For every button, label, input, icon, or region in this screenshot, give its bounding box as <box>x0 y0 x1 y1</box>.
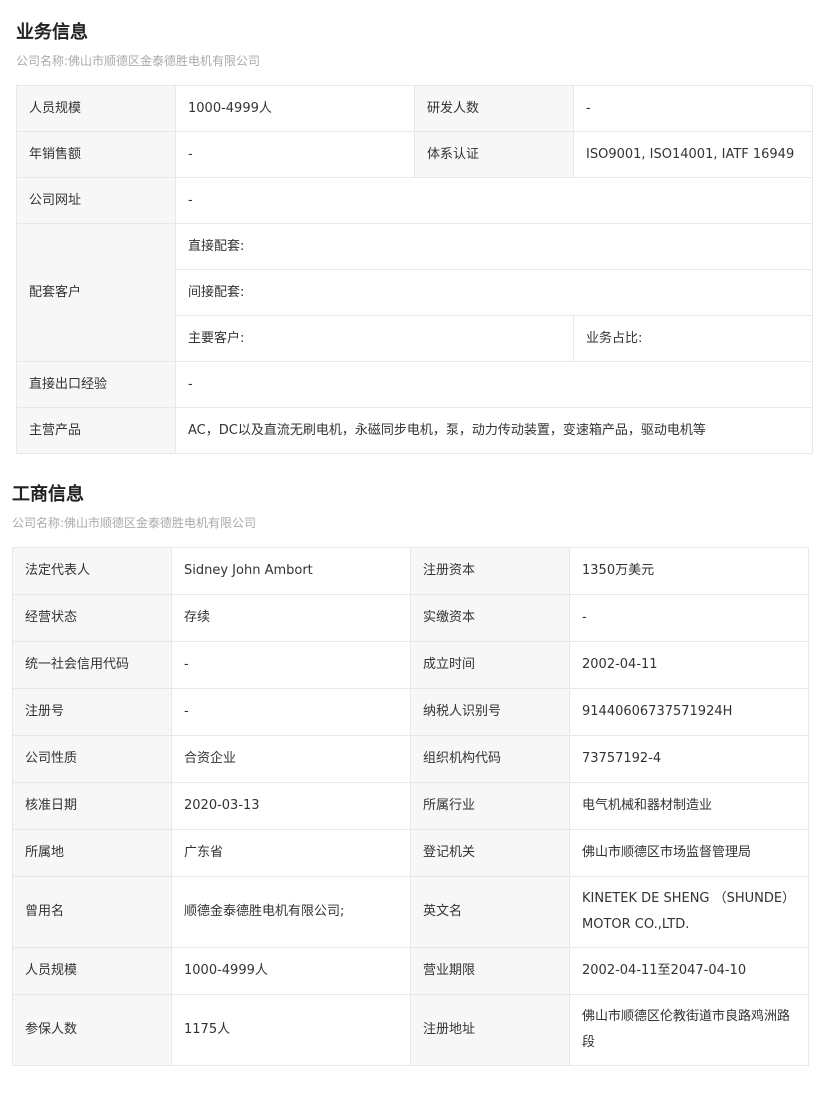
table-row: 曾用名 顺德金泰德胜电机有限公司; 英文名 KINETEK DE SHENG （SHU… <box>12 876 809 948</box>
website-value: - <box>175 177 813 224</box>
field-value: KINETEK DE SHENG （SHUNDE） MOTOR CO.,LTD. <box>569 876 809 948</box>
staff-label: 人员规模 <box>16 85 176 132</box>
field-value: - <box>171 688 411 736</box>
registration-section-title: 工商信息 <box>12 484 84 505</box>
business-info-table: 人员规模 1000-4999人 研发人数 - 年销售额 - 体系认证 ISO90… <box>16 85 813 454</box>
field-value: 佛山市顺德区伦教街道市良路鸡洲路段 <box>569 994 809 1066</box>
registration-company-name: 公司名称:佛山市顺德区金泰德胜电机有限公司 <box>12 516 257 530</box>
table-row: 人员规模 1000-4999人 营业期限 2002-04-11至2047-04-10 <box>12 947 809 995</box>
field-label: 注册号 <box>12 688 172 736</box>
field-label: 注册资本 <box>410 547 570 595</box>
field-value: 电气机械和器材制造业 <box>569 782 809 830</box>
field-label: 注册地址 <box>410 994 570 1066</box>
field-value: 佛山市顺德区市场监督管理局 <box>569 829 809 877</box>
field-value: 1175人 <box>171 994 411 1066</box>
field-label: 登记机关 <box>410 829 570 877</box>
table-row: 经营状态 存续 实缴资本 - <box>12 594 809 642</box>
sales-label: 年销售额 <box>16 131 176 178</box>
cert-value: ISO9001, ISO14001, IATF 16949 <box>573 131 813 178</box>
registration-info-table: 法定代表人 Sidney John Ambort 注册资本 1350万美元 经营状态 存续… <box>12 547 809 1066</box>
table-row: 法定代表人 Sidney John Ambort 注册资本 1350万美元 <box>12 547 809 595</box>
field-value: 合资企业 <box>171 735 411 783</box>
field-label: 组织机构代码 <box>410 735 570 783</box>
table-row: 注册号 - 纳税人识别号 91440606737571924H <box>12 688 809 736</box>
table-row: 核准日期 2020-03-13 所属行业 电气机械和器材制造业 <box>12 782 809 830</box>
direct-customers-label: 直接配套: <box>175 223 813 270</box>
field-value: 广东省 <box>171 829 411 877</box>
sales-value: - <box>175 131 415 178</box>
rd-value: - <box>573 85 813 132</box>
field-label: 核准日期 <box>12 782 172 830</box>
field-label: 纳税人识别号 <box>410 688 570 736</box>
field-label: 实缴资本 <box>410 594 570 642</box>
business-company-name: 公司名称:佛山市顺德区金泰德胜电机有限公司 <box>16 54 261 68</box>
website-label: 公司网址 <box>16 177 176 224</box>
field-label: 经营状态 <box>12 594 172 642</box>
field-value: 2002-04-11 <box>569 641 809 689</box>
field-label: 法定代表人 <box>12 547 172 595</box>
table-row: 配套客户 直接配套: <box>16 223 813 362</box>
business-section-title: 业务信息 <box>16 22 88 43</box>
field-value: - <box>171 641 411 689</box>
field-value: 91440606737571924H <box>569 688 809 736</box>
table-row: 公司性质 合资企业 组织机构代码 73757192-4 <box>12 735 809 783</box>
cert-label: 体系认证 <box>414 131 574 178</box>
field-value: 顺德金泰德胜电机有限公司; <box>171 876 411 948</box>
field-label: 所属行业 <box>410 782 570 830</box>
products-value: AC，DC以及直流无刷电机，永磁同步电机，泵，动力传动装置，变速箱产品，驱动电机… <box>175 407 813 454</box>
table-row: 公司网址 - <box>16 177 813 224</box>
table-row: 直接出口经验 - <box>16 361 813 408</box>
table-row: 所属地 广东省 登记机关 佛山市顺德区市场监督管理局 <box>12 829 809 877</box>
field-label: 统一社会信用代码 <box>12 641 172 689</box>
field-label: 公司性质 <box>12 735 172 783</box>
indirect-customers-label: 间接配套: <box>175 269 813 316</box>
field-label: 所属地 <box>12 829 172 877</box>
staff-value: 1000-4999人 <box>175 85 415 132</box>
field-value: 1000-4999人 <box>171 947 411 995</box>
export-label: 直接出口经验 <box>16 361 176 408</box>
field-value: 存续 <box>171 594 411 642</box>
field-label: 曾用名 <box>12 876 172 948</box>
field-value: 73757192-4 <box>569 735 809 783</box>
table-row: 统一社会信用代码 - 成立时间 2002-04-11 <box>12 641 809 689</box>
field-value: 2002-04-11至2047-04-10 <box>569 947 809 995</box>
table-row: 参保人数 1175人 注册地址 佛山市顺德区伦教街道市良路鸡洲路段 <box>12 994 809 1066</box>
customers-label: 配套客户 <box>16 223 176 362</box>
business-share-label: 业务占比: <box>573 315 813 362</box>
rd-label: 研发人数 <box>414 85 574 132</box>
field-value: - <box>569 594 809 642</box>
main-customers-label: 主要客户: <box>175 315 574 362</box>
field-label: 英文名 <box>410 876 570 948</box>
field-label: 参保人数 <box>12 994 172 1066</box>
field-value: 1350万美元 <box>569 547 809 595</box>
field-value: Sidney John Ambort <box>171 547 411 595</box>
table-row: 年销售额 - 体系认证 ISO9001, ISO14001, IATF 1694… <box>16 131 813 178</box>
table-row: 人员规模 1000-4999人 研发人数 - <box>16 85 813 132</box>
field-label: 营业期限 <box>410 947 570 995</box>
products-label: 主营产品 <box>16 407 176 454</box>
field-label: 成立时间 <box>410 641 570 689</box>
table-row: 主营产品 AC，DC以及直流无刷电机，永磁同步电机，泵，动力传动装置，变速箱产品… <box>16 407 813 454</box>
export-value: - <box>175 361 813 408</box>
field-label: 人员规模 <box>12 947 172 995</box>
field-value: 2020-03-13 <box>171 782 411 830</box>
